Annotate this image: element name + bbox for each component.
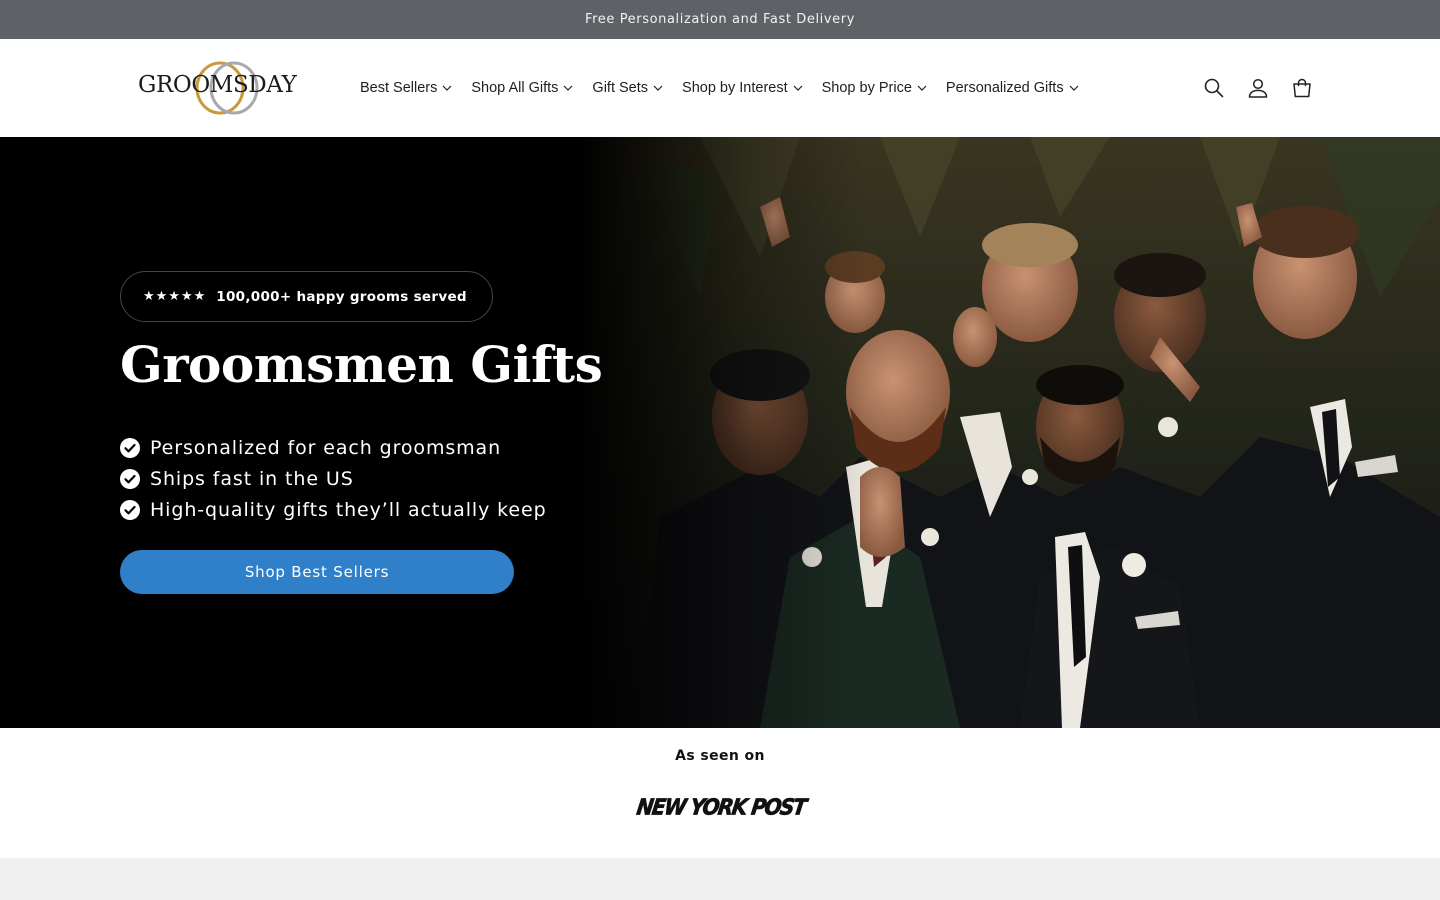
search-icon: [1204, 78, 1224, 98]
press-label: As seen on: [675, 748, 765, 764]
nav-label: Shop by Price: [821, 80, 912, 96]
reviews-badge: ★★★★★ 100,000+ happy grooms served: [120, 271, 493, 322]
check-circle-icon: [120, 499, 140, 520]
benefit-text: Ships fast in the US: [150, 467, 354, 490]
chevron-down-icon: [917, 85, 927, 91]
chevron-down-icon: [793, 85, 803, 91]
nav-shop-all-gifts[interactable]: Shop All Gifts: [463, 68, 581, 108]
benefit-text: Personalized for each groomsman: [150, 436, 502, 459]
logo[interactable]: GROOMSDAY: [136, 59, 306, 117]
star-rating-icon: ★★★★★: [143, 289, 207, 304]
shop-best-sellers-button[interactable]: Shop Best Sellers: [120, 550, 514, 594]
nav-personalized-gifts[interactable]: Personalized Gifts: [938, 68, 1087, 108]
cta-label: Shop Best Sellers: [244, 563, 390, 581]
benefit-item: Personalized for each groomsman: [120, 432, 547, 463]
hero-title: Groomsmen Gifts: [120, 335, 603, 394]
nav-gift-sets[interactable]: Gift Sets: [584, 68, 671, 108]
next-section: [0, 858, 1440, 900]
announcement-text: Free Personalization and Fast Delivery: [584, 12, 856, 27]
check-circle-icon: [120, 437, 140, 458]
chevron-down-icon: [1069, 85, 1079, 91]
benefit-item: Ships fast in the US: [120, 463, 547, 494]
nav-label: Gift Sets: [592, 80, 649, 96]
main-nav: Best Sellers Shop All Gifts Gift Sets Sh…: [352, 39, 1087, 137]
badge-text: 100,000+ happy grooms served: [216, 288, 467, 305]
header-icons: [1192, 66, 1324, 110]
logo-text: GROOMSDAY: [138, 72, 297, 98]
search-button[interactable]: [1192, 66, 1236, 110]
check-circle-icon: [120, 468, 140, 489]
nav-label: Shop All Gifts: [471, 80, 559, 96]
site-header: GROOMSDAY Best Sellers Shop All Gifts Gi…: [0, 39, 1440, 137]
nav-best-sellers[interactable]: Best Sellers: [352, 68, 460, 108]
account-button[interactable]: [1236, 66, 1280, 110]
nav-label: Best Sellers: [360, 80, 438, 96]
chevron-down-icon: [442, 85, 452, 91]
press-section: As seen on NEW YORK POST: [0, 728, 1440, 858]
cart-icon: [1293, 78, 1311, 98]
account-icon: [1248, 78, 1268, 98]
nav-label: Shop by Interest: [682, 80, 788, 96]
nav-shop-by-interest[interactable]: Shop by Interest: [674, 68, 811, 108]
benefit-item: High-quality gifts they’ll actually keep: [120, 494, 547, 525]
cart-button[interactable]: [1280, 66, 1324, 110]
benefits-list: Personalized for each groomsman Ships fa…: [120, 432, 547, 525]
chevron-down-icon: [563, 85, 573, 91]
hero-banner: ★★★★★ 100,000+ happy grooms served Groom…: [0, 137, 1440, 728]
press-logo-text: NEW YORK POST: [635, 793, 808, 821]
nav-label: Personalized Gifts: [945, 80, 1064, 96]
announcement-bar: Free Personalization and Fast Delivery: [0, 0, 1440, 39]
nav-shop-by-price[interactable]: Shop by Price: [814, 68, 935, 108]
new-york-post-logo[interactable]: NEW YORK POST: [635, 793, 808, 820]
chevron-down-icon: [653, 85, 663, 91]
benefit-text: High-quality gifts they’ll actually keep: [150, 498, 547, 521]
